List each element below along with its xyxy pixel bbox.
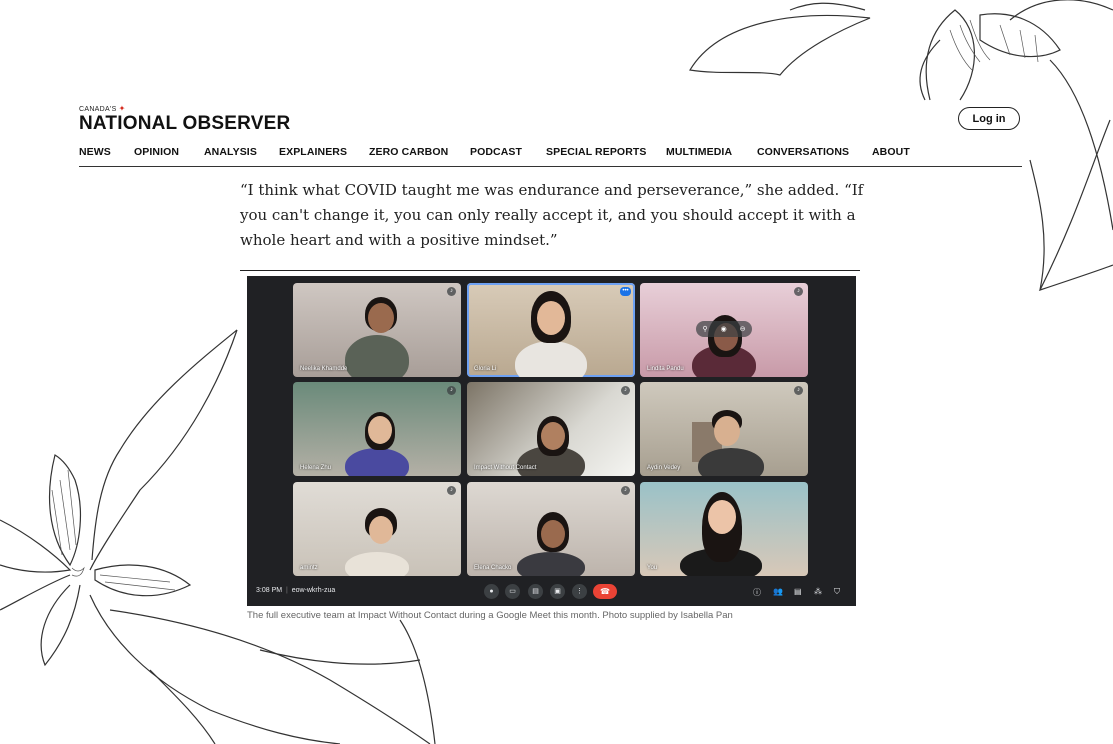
nav-item-opinion[interactable]: OPINION	[134, 146, 179, 158]
mic-off-icon: ♪	[794, 386, 803, 395]
nav-item-about[interactable]: ABOUT	[872, 146, 910, 158]
more-icon[interactable]: ⋮	[572, 584, 587, 599]
nav-item-analysis[interactable]: ANALYSIS	[204, 146, 257, 158]
video-tile: ♪ Helena Zhu	[293, 382, 461, 476]
video-tile: ⚲ ◉ ⊖ ♪ Lindita Pandu	[640, 283, 808, 377]
meet-control-bar: 3:08 PM | eow-wkrh-zua ● ▭ ▤ ▣ ⋮ ☎ ⓘ 👥 ▤…	[247, 576, 856, 606]
video-tile: ♪ amintz	[293, 482, 461, 576]
mic-off-icon: ♪	[447, 486, 456, 495]
photo-caption: The full executive team at Impact Withou…	[247, 610, 733, 621]
video-tile: ♪ Aydin Vedey	[640, 382, 808, 476]
host-controls-icon[interactable]: ⛉	[834, 587, 840, 597]
video-tile: ♪ Impact Without Contact	[467, 382, 635, 476]
meeting-code: eow-wkrh-zua	[291, 587, 336, 594]
participant-name: Neelika Khamdde	[300, 366, 348, 372]
info-icon[interactable]: ⓘ	[753, 587, 761, 598]
site-logo[interactable]: CANADA'S ✦ NATIONAL OBSERVER	[79, 104, 291, 134]
nav-item-special-reports[interactable]: SPECIAL REPORTS	[546, 146, 647, 158]
remove-icon[interactable]: ⊖	[740, 325, 746, 333]
chat-icon[interactable]: ▤	[794, 587, 802, 596]
video-tile: ♪ Neelika Khamdde	[293, 283, 461, 377]
participant-name: Gloria Li	[474, 366, 497, 372]
article-photo-google-meet: ♪ Neelika Khamdde ••• Gloria Li ⚲ ◉ ⊖ ♪ Li…	[247, 276, 856, 606]
mic-off-icon: ♪	[794, 287, 803, 296]
divider	[240, 270, 860, 271]
maple-leaf-icon: ✦	[118, 104, 126, 113]
article-quote: “I think what COVID taught me was endura…	[240, 181, 864, 249]
participant-name: Impact Without Contact	[474, 465, 537, 471]
captions-icon[interactable]: ▤	[528, 584, 543, 599]
nav-item-conversations[interactable]: CONVERSATIONS	[757, 146, 849, 158]
people-icon[interactable]: 👥	[773, 587, 783, 596]
participant-name: Lindita Pandu	[647, 366, 684, 372]
nav-item-multimedia[interactable]: MULTIMEDIA	[666, 146, 732, 158]
mic-off-icon: ♪	[447, 287, 456, 296]
pin-icon[interactable]: ⚲	[702, 325, 707, 333]
mic-icon[interactable]: ●	[484, 584, 499, 599]
nav-item-explainers[interactable]: EXPLAINERS	[279, 146, 347, 158]
mute-icon[interactable]: ◉	[721, 325, 727, 333]
video-tile: You	[640, 482, 808, 576]
present-icon[interactable]: ▣	[550, 584, 565, 599]
video-tile: ♪ Elena Chacko	[467, 482, 635, 576]
mic-off-icon: ♪	[447, 386, 456, 395]
mic-off-icon: ♪	[621, 386, 630, 395]
camera-icon[interactable]: ▭	[505, 584, 520, 599]
tile-controls[interactable]: ⚲ ◉ ⊖	[696, 321, 752, 337]
participant-name: Aydin Vedey	[647, 465, 681, 471]
login-button[interactable]: Log in	[958, 107, 1020, 130]
nav-item-podcast[interactable]: PODCAST	[470, 146, 522, 158]
participant-name: Elena Chacko	[474, 565, 512, 571]
activities-icon[interactable]: ⁂	[814, 587, 822, 596]
nav-item-zero-carbon[interactable]: ZERO CARBON	[369, 146, 448, 158]
video-tile-active: ••• Gloria Li	[467, 283, 635, 377]
meeting-time: 3:08 PM	[256, 587, 283, 594]
logo-tagline: CANADA'S	[79, 105, 117, 113]
mic-off-icon: ♪	[621, 486, 630, 495]
nav-item-news[interactable]: NEWS	[79, 146, 111, 158]
more-options-icon[interactable]: •••	[620, 287, 631, 296]
participant-name: amintz	[300, 565, 318, 571]
logo-title: NATIONAL OBSERVER	[79, 113, 291, 134]
end-call-icon[interactable]: ☎	[593, 584, 617, 599]
meeting-info: 3:08 PM | eow-wkrh-zua	[256, 587, 336, 594]
participant-name: You	[647, 565, 658, 571]
main-nav: NEWS OPINION ANALYSIS EXPLAINERS ZERO CA…	[79, 146, 1022, 167]
participant-name: Helena Zhu	[300, 465, 332, 471]
